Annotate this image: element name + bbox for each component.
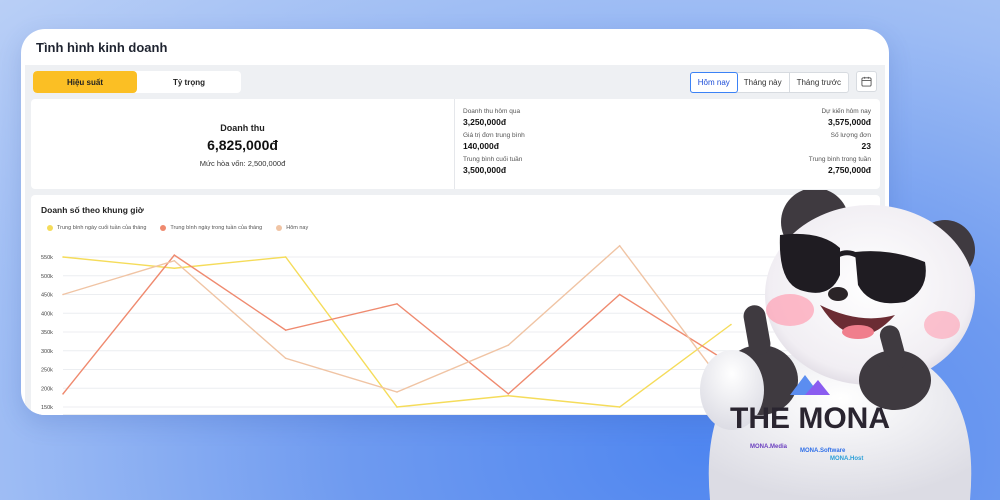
kpi-column-right: Dự kiến hôm nay 3,575,000đ Số lượng đơn … — [671, 107, 871, 179]
shirt-logo-text: THE MONA — [730, 402, 890, 435]
brand-software-text: MONA.Software — [800, 448, 846, 454]
kpi-value: 2,750,000đ — [827, 165, 871, 175]
legend-label: Trung bình ngày cuối tuần của tháng — [57, 225, 147, 231]
data-point — [396, 406, 398, 408]
kpi-label: Trung bình trong tuần — [808, 156, 871, 163]
data-point — [284, 329, 287, 331]
data-point — [507, 394, 510, 397]
calendar-icon — [861, 76, 872, 87]
range-this-month-button[interactable]: Tháng này — [737, 73, 790, 92]
kpi-label: Giá trị đơn trung bình — [463, 132, 525, 139]
revenue-value: 6,825,000đ — [207, 137, 278, 153]
view-tabs: Hiệu suất Tỷ trọng — [33, 71, 241, 93]
kpi-item: Dự kiến hôm nay 3,575,000đ — [671, 107, 871, 131]
kpi-value: 3,250,000đ — [463, 117, 507, 127]
y-tick-label: 550k — [41, 255, 53, 261]
y-tick-label: 500k — [41, 274, 53, 280]
panda-mascot-illustration: THE MONA MONA.Media MONA.Software MONA.H… — [700, 190, 975, 500]
tab-performance[interactable]: Hiệu suất — [33, 71, 137, 93]
kpi-label: Dự kiến hôm nay — [821, 108, 871, 115]
kpi-value: 23 — [861, 141, 871, 151]
kpi-item: Trung bình cuối tuần 3,500,000đ — [463, 155, 663, 179]
legend-label: Trung bình ngày trong tuần của tháng — [170, 225, 263, 231]
kpi-label: Doanh thu hôm qua — [463, 108, 521, 115]
legend-swatch — [160, 225, 167, 231]
legend-swatch — [276, 225, 283, 231]
stats-card: Doanh thu 6,825,000đ Mức hòa vốn: 2,500,… — [31, 99, 880, 189]
chart-title: Doanh số theo khung giờ — [41, 205, 144, 215]
data-point — [173, 267, 176, 270]
y-tick-label: 450k — [41, 293, 53, 299]
kpi-item: Số lượng đơn 23 — [671, 131, 871, 155]
data-point — [507, 344, 510, 346]
data-point — [396, 303, 398, 305]
kpi-label: Số lượng đơn — [830, 132, 871, 139]
brand-host-text: MONA.Host — [830, 456, 863, 462]
range-today-button[interactable]: Hôm nay — [689, 72, 738, 93]
data-point — [396, 391, 398, 393]
revenue-label: Doanh thu — [220, 123, 265, 133]
kpi-label: Trung bình cuối tuần — [463, 156, 523, 163]
y-tick-label: 250k — [41, 368, 53, 374]
range-last-month-button[interactable]: Tháng trước — [790, 73, 848, 92]
data-point — [173, 254, 176, 256]
kpi-value: 3,500,000đ — [463, 165, 507, 175]
data-point — [507, 393, 510, 395]
data-point — [62, 256, 64, 258]
kpi-column-left: Doanh thu hôm qua 3,250,000đ Giá trị đơn… — [463, 107, 663, 179]
kpi-value: 3,575,000đ — [827, 117, 871, 127]
y-tick-label: 300k — [41, 349, 53, 355]
brand-media-text: MONA.Media — [750, 444, 788, 450]
kpi-value: 140,000đ — [463, 141, 499, 151]
data-point — [173, 259, 176, 262]
legend-label: Hôm nay — [286, 225, 309, 231]
toolbar: Hiệu suất Tỷ trọng Hôm nay Tháng này Thá… — [33, 71, 881, 93]
y-tick-label: 400k — [41, 311, 53, 317]
legend-item[interactable]: Trung bình ngày cuối tuần của tháng — [47, 225, 146, 231]
breakeven-text: Mức hòa vốn: 2,500,000đ — [199, 159, 286, 168]
y-tick-label: 150k — [41, 405, 53, 411]
data-point — [284, 256, 287, 258]
chart-legend: Trung bình ngày cuối tuần của tháng Trun… — [47, 225, 308, 231]
revenue-block: Doanh thu 6,825,000đ Mức hòa vốn: 2,500,… — [31, 99, 455, 189]
kpi-item: Trung bình trong tuần 2,750,000đ — [671, 155, 871, 179]
data-point — [618, 406, 621, 408]
legend-item[interactable]: Hôm nay — [276, 225, 308, 231]
kpi-item: Giá trị đơn trung bình 140,000đ — [463, 131, 663, 155]
data-point — [284, 357, 287, 360]
calendar-button[interactable] — [856, 71, 877, 92]
data-point — [62, 393, 64, 395]
y-tick-label: 200k — [41, 386, 53, 392]
kpi-item: Doanh thu hôm qua 3,250,000đ — [463, 107, 663, 131]
page-title: Tình hình kinh doanh — [36, 39, 168, 55]
tab-proportion[interactable]: Tỷ trọng — [137, 71, 241, 93]
date-range-group: Hôm nay Tháng này Tháng trước — [689, 72, 849, 93]
data-point — [618, 293, 621, 296]
data-point — [618, 244, 621, 247]
legend-item[interactable]: Trung bình ngày trong tuần của tháng — [160, 225, 262, 231]
data-point — [62, 293, 64, 296]
y-tick-label: 350k — [41, 330, 53, 336]
legend-swatch — [47, 225, 53, 231]
